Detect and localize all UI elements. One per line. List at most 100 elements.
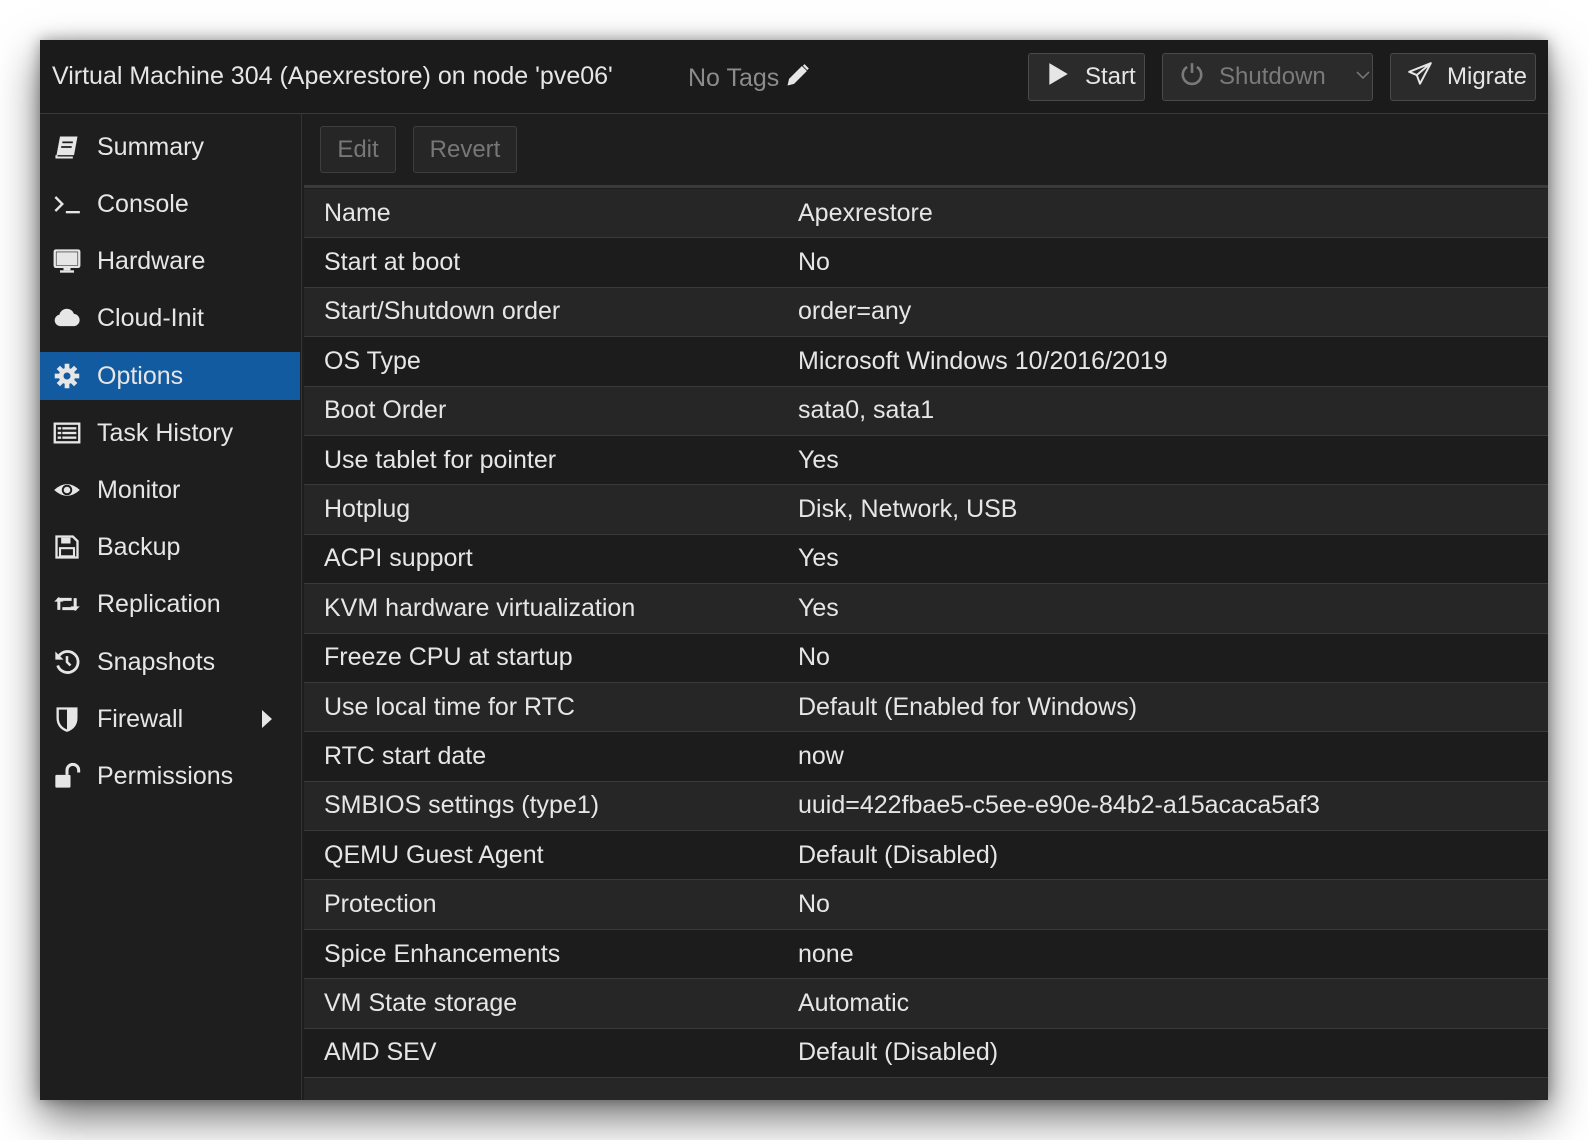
sidebar-item-label: Options bbox=[97, 361, 184, 390]
option-name: Protection bbox=[324, 890, 437, 919]
chevron-down-icon[interactable] bbox=[1354, 63, 1372, 91]
table-row[interactable]: Name Apexrestore bbox=[304, 189, 1548, 239]
unlock-icon bbox=[52, 761, 82, 791]
option-value: Microsoft Windows 10/2016/2019 bbox=[798, 346, 1168, 375]
option-value: Default (Disabled) bbox=[798, 840, 999, 869]
option-value: sata0, sata1 bbox=[798, 396, 935, 425]
option-value: order=any bbox=[798, 297, 912, 326]
sidebar-item-label: Console bbox=[97, 189, 189, 218]
option-value: none bbox=[798, 939, 854, 968]
option-name: OS Type bbox=[324, 346, 421, 375]
sidebar-item-label: Permissions bbox=[97, 761, 234, 790]
option-value: now bbox=[798, 741, 844, 770]
revert-button[interactable]: Revert bbox=[413, 126, 517, 173]
list-icon bbox=[52, 418, 82, 448]
sidebar-item-label: Monitor bbox=[97, 475, 181, 504]
table-row[interactable]: Hotplug Disk, Network, USB bbox=[304, 485, 1548, 535]
sidebar-item-console[interactable]: Console bbox=[40, 180, 300, 228]
option-value: Automatic bbox=[798, 988, 910, 1017]
option-name: AMD SEV bbox=[324, 1038, 437, 1067]
sidebar-item-replication[interactable]: Replication bbox=[40, 580, 300, 628]
eye-icon bbox=[52, 475, 82, 505]
caret-right-icon[interactable] bbox=[260, 708, 274, 730]
shutdown-button-label: Shutdown bbox=[1219, 63, 1326, 90]
table-row[interactable]: Start/Shutdown order order=any bbox=[304, 287, 1548, 338]
table-row[interactable]: KVM hardware virtualization Yes bbox=[304, 584, 1548, 634]
option-name: Start/Shutdown order bbox=[324, 297, 561, 326]
sidebar-item-firewall[interactable]: Firewall bbox=[40, 695, 300, 743]
table-row[interactable]: Use local time for RTC Default (Enabled f… bbox=[304, 682, 1548, 733]
edit-button[interactable]: Edit bbox=[320, 126, 396, 173]
option-name: KVM hardware virtualization bbox=[324, 593, 636, 622]
option-value: Apexrestore bbox=[798, 198, 933, 227]
floppy-icon bbox=[52, 532, 82, 562]
vm-header: Virtual Machine 304 (Apexrestore) on nod… bbox=[40, 40, 1548, 114]
start-button[interactable]: Start bbox=[1028, 53, 1145, 101]
table-row[interactable]: Spice Enhancements none bbox=[304, 929, 1548, 980]
table-row[interactable]: SMBIOS settings (type1) uuid=422fbae5-c5e… bbox=[304, 781, 1548, 832]
table-row[interactable]: Boot Order sata0, sata1 bbox=[304, 386, 1548, 436]
sidebar-item-summary[interactable]: Summary bbox=[40, 123, 300, 171]
play-icon bbox=[1045, 61, 1071, 94]
vm-sidebar: Summary Console Hardware Cloud-Init Opti… bbox=[40, 114, 302, 1100]
option-value: Default (Disabled) bbox=[798, 1038, 999, 1067]
table-row[interactable]: Protection No bbox=[304, 880, 1548, 930]
option-value: Yes bbox=[798, 445, 839, 474]
sidebar-item-task-history[interactable]: Task History bbox=[40, 409, 300, 457]
gear-icon bbox=[52, 361, 82, 391]
sidebar-item-snapshots[interactable]: Snapshots bbox=[40, 638, 300, 686]
option-name: QEMU Guest Agent bbox=[324, 840, 544, 869]
shield-icon bbox=[52, 704, 82, 734]
table-row[interactable]: OS Type Microsoft Windows 10/2016/2019 bbox=[304, 337, 1548, 387]
option-value: No bbox=[798, 248, 830, 277]
sidebar-item-label: Summary bbox=[97, 132, 204, 161]
table-row[interactable]: Freeze CPU at startup No bbox=[304, 633, 1548, 683]
tags-editor[interactable]: No Tags bbox=[688, 62, 811, 95]
table-row[interactable]: ACPI support Yes bbox=[304, 534, 1548, 585]
table-row[interactable]: Start at boot No bbox=[304, 238, 1548, 288]
sidebar-item-label: Backup bbox=[97, 532, 181, 561]
table-row[interactable] bbox=[304, 1078, 1548, 1100]
table-row[interactable]: RTC start date now bbox=[304, 732, 1548, 782]
sidebar-item-permissions[interactable]: Permissions bbox=[40, 752, 300, 800]
sidebar-item-options[interactable]: Options bbox=[40, 352, 300, 400]
vm-options-window: Virtual Machine 304 (Apexrestore) on nod… bbox=[40, 40, 1548, 1100]
sidebar-item-cloud-init[interactable]: Cloud-Init bbox=[40, 294, 300, 342]
migrate-button[interactable]: Migrate bbox=[1390, 53, 1536, 101]
sidebar-item-label: Cloud-Init bbox=[97, 303, 204, 332]
option-value: Default (Enabled for Windows) bbox=[798, 692, 1138, 721]
option-name: ACPI support bbox=[324, 544, 473, 573]
power-icon bbox=[1179, 61, 1205, 94]
tags-label: No Tags bbox=[688, 64, 780, 92]
option-name: Use local time for RTC bbox=[324, 692, 575, 721]
sidebar-item-label: Firewall bbox=[97, 704, 184, 733]
terminal-icon bbox=[52, 189, 82, 219]
sidebar-item-label: Task History bbox=[97, 418, 234, 447]
table-row[interactable]: Use tablet for pointer Yes bbox=[304, 435, 1548, 486]
sidebar-item-monitor[interactable]: Monitor bbox=[40, 466, 300, 514]
option-value: No bbox=[798, 643, 830, 672]
option-name: RTC start date bbox=[324, 741, 487, 770]
monitor-icon bbox=[52, 246, 82, 276]
option-name: Spice Enhancements bbox=[324, 939, 561, 968]
sidebar-item-backup[interactable]: Backup bbox=[40, 523, 300, 571]
option-value: Disk, Network, USB bbox=[798, 495, 1018, 524]
retweet-icon bbox=[52, 589, 82, 619]
sidebar-item-label: Replication bbox=[97, 589, 221, 618]
option-name: Start at boot bbox=[324, 248, 461, 277]
book-icon bbox=[52, 132, 82, 162]
pencil-icon[interactable] bbox=[785, 62, 811, 95]
table-row[interactable]: AMD SEV Default (Disabled) bbox=[304, 1028, 1548, 1079]
table-row[interactable]: VM State storage Automatic bbox=[304, 979, 1548, 1029]
option-name: Name bbox=[324, 198, 391, 227]
sidebar-item-hardware[interactable]: Hardware bbox=[40, 237, 300, 285]
table-row[interactable]: QEMU Guest Agent Default (Disabled) bbox=[304, 831, 1548, 881]
option-value: Yes bbox=[798, 593, 839, 622]
option-name: SMBIOS settings (type1) bbox=[324, 791, 600, 820]
migrate-button-label: Migrate bbox=[1447, 63, 1528, 90]
option-name: VM State storage bbox=[324, 988, 518, 1017]
options-toolbar: Edit Revert bbox=[304, 114, 1548, 188]
paper-plane-icon bbox=[1407, 61, 1433, 94]
shutdown-button[interactable]: Shutdown bbox=[1162, 53, 1373, 101]
cloud-icon bbox=[52, 303, 82, 333]
